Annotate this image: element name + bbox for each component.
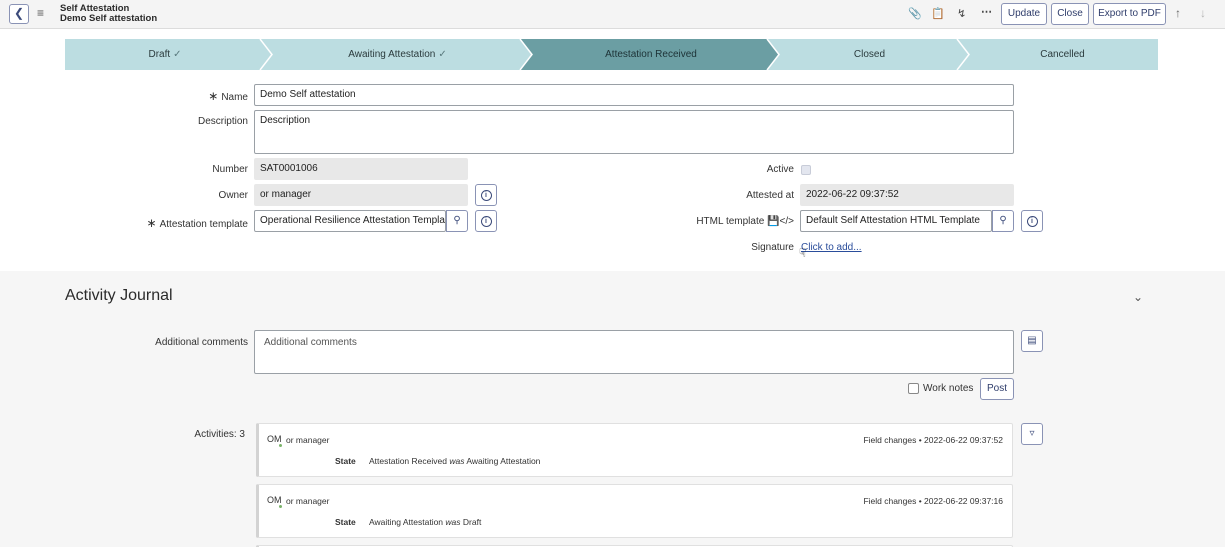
arrow-up-icon[interactable]: ↑ (1175, 6, 1181, 20)
html-template-info-button[interactable]: i (1021, 210, 1043, 232)
back-button[interactable]: ❮ (9, 4, 29, 24)
activity-meta: Field changes • 2022-06-22 09:37:16 (863, 496, 1003, 506)
activity-entry: OM or manager Field changes • 2022-06-22… (256, 484, 1013, 538)
activity-user: or manager (286, 435, 330, 445)
name-field[interactable]: Demo Self attestation (254, 84, 1014, 106)
activities-count: Activities: 3 (194, 429, 245, 440)
work-notes-checkbox[interactable] (908, 383, 919, 394)
signature-label: Signature (751, 242, 794, 253)
number-field: SAT0001006 (254, 158, 468, 180)
check-icon: ✓ (438, 49, 447, 60)
required-asterisk-icon: ∗ (146, 216, 157, 230)
activity-field: State (335, 456, 356, 466)
record-title: Self Attestation Demo Self attestation (60, 4, 157, 24)
paperclip-icon[interactable]: 📎 (908, 7, 922, 20)
more-icon[interactable]: ⋯ (981, 5, 992, 18)
stage-closed: Closed (853, 49, 886, 60)
search-icon: ⚲ (453, 215, 461, 226)
stage-awaiting-attestation: Awaiting Attestation ✓ (348, 49, 447, 60)
activity-user: or manager (286, 496, 330, 506)
save-icon[interactable]: 💾 (767, 216, 779, 227)
update-button[interactable]: Update (1001, 3, 1047, 25)
presence-dot (279, 444, 282, 447)
template-info-button[interactable]: i (475, 210, 497, 232)
signature-add-link[interactable]: Click to add... (801, 242, 862, 253)
required-asterisk-icon: ∗ (208, 89, 219, 103)
check-icon: ✓ (173, 49, 182, 60)
html-template-search-button[interactable]: ⚲ (992, 210, 1014, 232)
close-button[interactable]: Close (1051, 3, 1089, 25)
hamburger-icon[interactable]: ≡ (37, 6, 44, 20)
activity-entry: OM or manager Field changes • 2022-06-22… (256, 423, 1013, 477)
journal-title: Activity Journal (65, 287, 173, 304)
attestation-template-field[interactable]: Operational Resilience Attestation Templ… (254, 210, 446, 232)
avatar: OM (267, 495, 282, 505)
additional-comments-field[interactable]: Additional comments (254, 330, 1014, 374)
owner-field: or manager (254, 184, 468, 206)
arrow-down-icon: ↓ (1200, 6, 1206, 20)
search-icon: ⚲ (999, 215, 1007, 226)
info-icon: i (480, 216, 492, 227)
post-button[interactable]: Post (980, 378, 1014, 400)
code-icon[interactable]: </> (780, 216, 794, 227)
state-flow: Draft ✓ Awaiting Attestation ✓ Attestation… (65, 39, 1158, 70)
activity-meta: Field changes • 2022-06-22 09:37:52 (863, 435, 1003, 445)
info-icon: i (1026, 216, 1038, 227)
stage-attestation-received: Attestation Received (605, 49, 697, 60)
additional-comments-label: Additional comments (155, 337, 248, 348)
attested-at-field: 2022-06-22 09:37:52 (800, 184, 1014, 206)
description-field[interactable]: Description (254, 110, 1014, 154)
html-template-field[interactable]: Default Self Attestation HTML Template (800, 210, 992, 232)
activity-change: Awaiting Attestation was Draft (369, 517, 482, 527)
clipboard-icon[interactable]: 📋 (931, 7, 945, 20)
template-search-button[interactable]: ⚲ (446, 210, 468, 232)
chevron-left-icon: ❮ (13, 6, 25, 20)
export-pdf-button[interactable]: Export to PDF (1093, 3, 1166, 25)
name-label: ∗ Name (208, 89, 248, 103)
activity-icon[interactable]: ↯ (957, 7, 966, 20)
description-label: Description (197, 116, 248, 127)
template-icon: ▤ (1027, 335, 1037, 346)
stage-draft: Draft ✓ (148, 49, 182, 60)
comment-template-button[interactable]: ▤ (1021, 330, 1043, 352)
hand-cursor-icon: ☟ (799, 246, 807, 260)
owner-info-button[interactable]: i (475, 184, 497, 206)
active-checkbox (801, 165, 811, 175)
html-template-label: HTML template 💾</> (696, 216, 794, 227)
form-header: ❮ ≡ Self Attestation Demo Self attestati… (0, 0, 1225, 29)
activity-field: State (335, 517, 356, 527)
info-icon: i (480, 190, 492, 201)
record-display-name: Demo Self attestation (60, 13, 158, 24)
presence-dot (279, 505, 282, 508)
avatar: OM (267, 434, 282, 444)
stage-cancelled: Cancelled (1040, 49, 1085, 60)
activity-filter-button[interactable]: ▿ (1021, 423, 1043, 445)
work-notes-label: Work notes (923, 383, 974, 394)
attested-at-label: Attested at (746, 190, 794, 201)
active-label: Active (766, 164, 794, 175)
activity-change: Attestation Received was Awaiting Attest… (369, 456, 541, 466)
chevron-down-icon[interactable]: ⌄ (1133, 290, 1143, 304)
owner-label: Owner (218, 190, 248, 201)
number-label: Number (212, 164, 248, 175)
filter-icon: ▿ (1029, 428, 1035, 439)
attestation-template-label: ∗ Attestation template (146, 216, 248, 230)
